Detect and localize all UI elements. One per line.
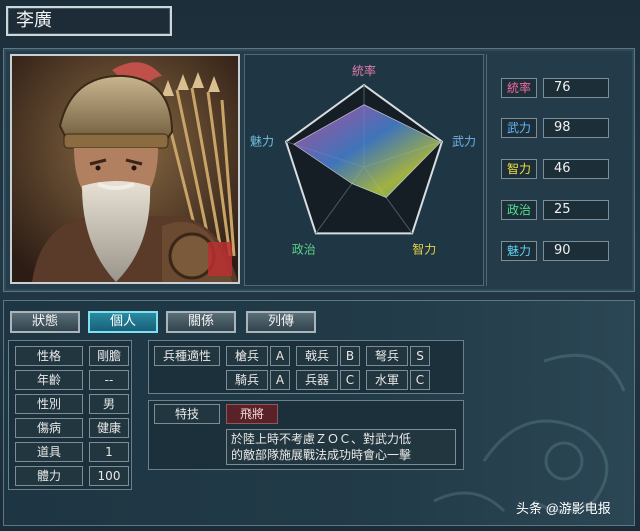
stats-panel: 統率 76 武力 98 智力 46 政治 25 魅力 90	[486, 54, 632, 286]
info-row-stamina: 體力 100	[15, 466, 131, 486]
personal-info-box: 性格 剛膽 年齡 -- 性別 男 傷病 健康 道具 1 體力 100	[8, 340, 132, 490]
info-row-items: 道具 1	[15, 442, 131, 462]
stat-value-charisma: 90	[543, 241, 609, 261]
troop-aptitude-title: 兵種適性	[154, 346, 220, 366]
radar-label-charisma: 魅力	[250, 134, 274, 149]
troop-name-spear: 槍兵	[226, 346, 268, 366]
radar-label-intellect: 智力	[412, 241, 436, 256]
watermark-text: 头条 @游影电报	[516, 501, 611, 516]
info-row-personality: 性格 剛膽	[15, 346, 131, 366]
character-name-title: 李廣	[6, 6, 172, 36]
info-row-injury: 傷病 健康	[15, 418, 131, 438]
tab-relations[interactable]: 關係	[166, 311, 236, 333]
troop-name-navy: 水軍	[366, 370, 408, 390]
troop-grade-halberd: B	[340, 346, 360, 366]
skill-description-line-1: 於陸上時不考慮ＺＯＣ、對武力低	[231, 432, 412, 446]
troop-grade-crossbow: S	[410, 346, 430, 366]
stat-label-politics: 政治	[501, 200, 537, 220]
tab-status[interactable]: 狀態	[10, 311, 80, 333]
tab-personal[interactable]: 個人	[88, 311, 158, 333]
troop-name-crossbow: 弩兵	[366, 346, 408, 366]
stat-label-might: 武力	[501, 118, 537, 138]
skill-description-line-2: 的敵部隊施展戰法成功時會心一擊	[231, 448, 412, 462]
info-value-stamina: 100	[89, 466, 129, 486]
radar-label-command: 統率	[352, 63, 376, 78]
info-value-age: --	[89, 370, 129, 390]
troop-grade-cavalry: A	[270, 370, 290, 390]
info-row-age: 年齡 --	[15, 370, 131, 390]
special-skill-name[interactable]: 飛將	[226, 404, 278, 424]
radar-label-might: 武力	[452, 135, 476, 149]
stat-label-command: 統率	[501, 78, 537, 98]
troop-name-cavalry: 騎兵	[226, 370, 268, 390]
special-skill-description: 於陸上時不考慮ＺＯＣ、對武力低 的敵部隊施展戰法成功時會心一擊	[226, 429, 456, 465]
stat-label-intellect: 智力	[501, 159, 537, 179]
tab-biography[interactable]: 列傳	[246, 311, 316, 333]
info-label-stamina: 體力	[15, 466, 83, 486]
radar-svg: 統率 武力 智力 政治 魅力	[250, 63, 476, 256]
character-portrait	[10, 54, 240, 284]
info-label-injury: 傷病	[15, 418, 83, 438]
ability-radar-chart: 統率 武力 智力 政治 魅力	[244, 54, 484, 286]
info-label-age: 年齡	[15, 370, 83, 390]
radar-label-politics: 政治	[292, 242, 316, 256]
info-label-personality: 性格	[15, 346, 83, 366]
troop-grade-spear: A	[270, 346, 290, 366]
portrait-image	[12, 56, 238, 282]
info-value-items: 1	[89, 442, 129, 462]
info-value-gender: 男	[89, 394, 129, 414]
troop-name-siege: 兵器	[296, 370, 338, 390]
info-label-items: 道具	[15, 442, 83, 462]
stat-value-might: 98	[543, 118, 609, 138]
stat-label-charisma: 魅力	[501, 241, 537, 261]
troop-grade-navy: C	[410, 370, 430, 390]
info-value-injury: 健康	[89, 418, 129, 438]
troop-name-halberd: 戟兵	[296, 346, 338, 366]
troop-grade-siege: C	[340, 370, 360, 390]
stat-value-intellect: 46	[543, 159, 609, 179]
info-value-personality: 剛膽	[89, 346, 129, 366]
info-row-gender: 性別 男	[15, 394, 131, 414]
special-skill-label: 特技	[154, 404, 220, 424]
info-label-gender: 性別	[15, 394, 83, 414]
stat-value-politics: 25	[543, 200, 609, 220]
stat-value-command: 76	[543, 78, 609, 98]
